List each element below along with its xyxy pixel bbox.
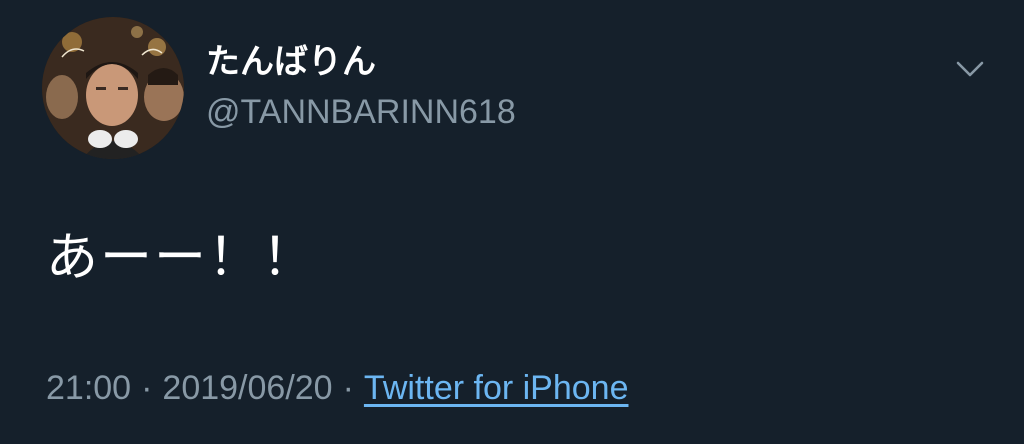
tweet-text: あーー！！ [46,228,317,288]
tweet-card: たんばりん @TANNBARINN618 あーー！！ 21:00 · 2019/06… [0,0,1024,444]
tweet-date[interactable]: 2019/06/20 [162,369,332,407]
tweet-source-link[interactable]: Twitter for iPhone [364,369,629,407]
more-options-button[interactable] [948,50,992,88]
user-handle[interactable]: @TANNBARINN618 [206,90,516,134]
separator: · [342,369,354,407]
avatar[interactable] [42,17,184,159]
avatar-photo-icon [42,17,184,159]
tweet-metadata: 21:00 · 2019/06/20 · Twitter for iPhone [46,366,628,410]
tweet-time[interactable]: 21:00 [46,369,131,407]
chevron-down-icon [956,61,984,77]
display-name[interactable]: たんばりん [206,40,376,84]
separator: · [141,369,153,407]
